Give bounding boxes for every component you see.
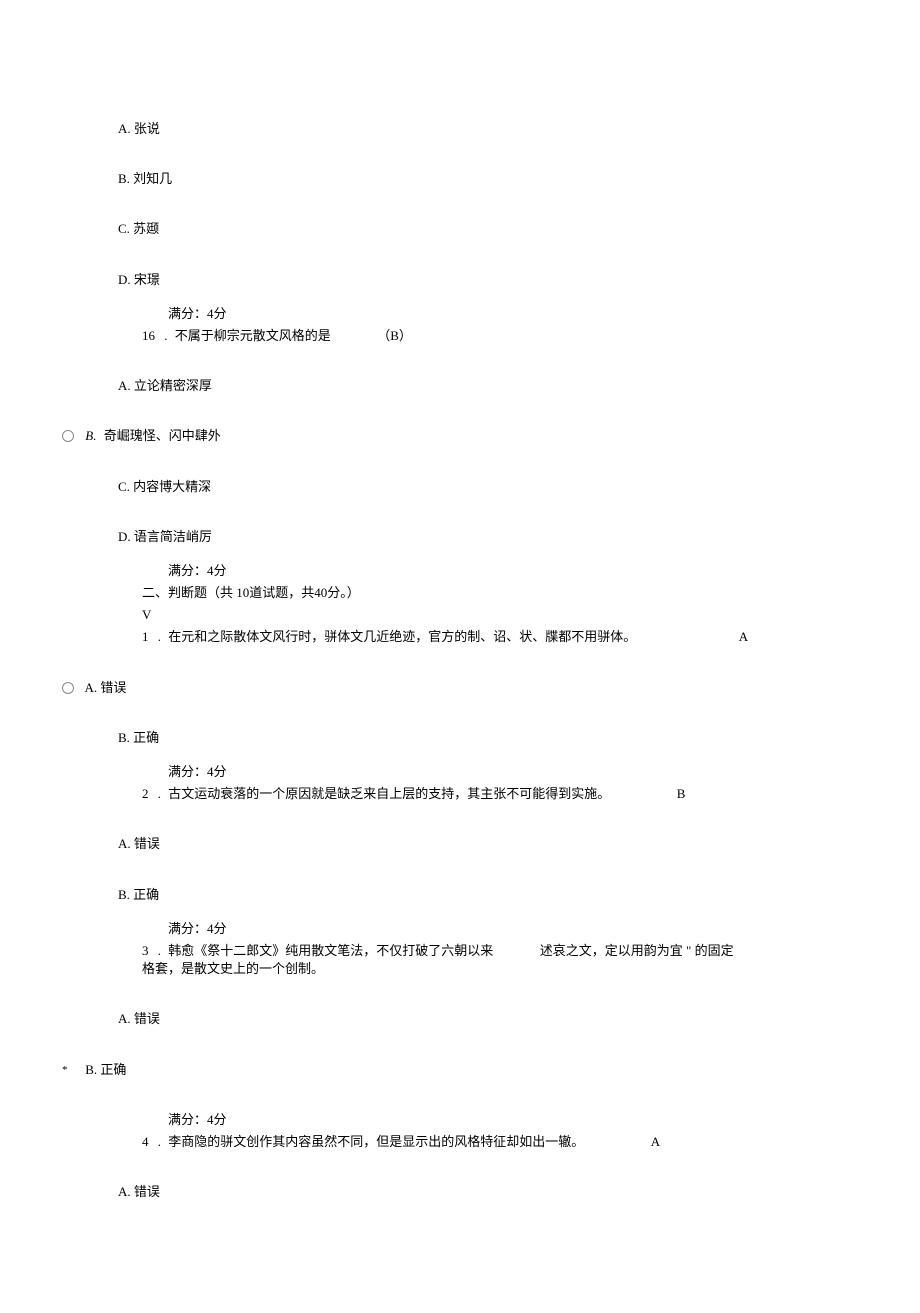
j1-text: 在元和之际散体文风行时，骈体文几近绝迹，官方的制、诏、状、牒都不用骈体。 (168, 629, 636, 644)
document-page: A. 张说 B. 刘知几 C. 苏颋 D. 宋璟 满分：4分 16 . 不属于柳… (0, 0, 920, 1313)
q16-answer: （B） (377, 328, 412, 343)
j3-score: 满分：4分 (0, 1111, 920, 1129)
j3-text1: 韩愈《祭十二郎文》纯用散文笔法，不仅打破了六朝以来 (168, 943, 493, 958)
j4-text: 李商隐的骈文创作其内容虽然不同，但是显示出的风格特征却如出一辙。 (168, 1134, 584, 1149)
q16-option-c: C. 内容博大精深 (0, 478, 920, 496)
j2-stem: 2 . 古文运动衰落的一个原因就是缺乏来自上层的支持，其主张不可能得到实施。 B (0, 785, 920, 803)
q16-score: 满分：4分 (0, 562, 920, 580)
j1-number: 1 (142, 629, 149, 644)
j3-option-a: A. 错误 (0, 1010, 920, 1028)
q16-number: 16 (142, 328, 155, 343)
j3-stem: 3 . 韩愈《祭十二郎文》纯用散文笔法，不仅打破了六朝以来 述哀之文，定以用韵为… (0, 942, 920, 978)
star-icon: * (62, 1063, 74, 1078)
section2-v: V (0, 606, 920, 624)
j2-text: 古文运动衰落的一个原因就是缺乏来自上层的支持，其主张不可能得到实施。 (168, 786, 610, 801)
j1-answer: A (739, 629, 748, 644)
q15-option-c: C. 苏颋 (0, 220, 920, 238)
j1-option-a: A. 错误 (0, 679, 920, 697)
j2-option-b: B. 正确 (0, 886, 920, 904)
j2-dot: . (158, 785, 161, 803)
j3-number: 3 (142, 943, 149, 958)
j4-stem: 4 . 李商隐的骈文创作其内容虽然不同，但是显示出的风格特征却如出一辙。 A (0, 1133, 920, 1151)
j3-dot: . (158, 942, 161, 960)
j1-score: 满分：4分 (0, 763, 920, 781)
q16-option-b-label: B. (85, 428, 96, 443)
j1-option-b: B. 正确 (0, 729, 920, 747)
j4-dot: . (158, 1133, 161, 1151)
section2-title: 二、判断题（共 10道试题，共40分。） (0, 584, 920, 602)
j4-answer: A (651, 1134, 660, 1149)
j2-number: 2 (142, 786, 149, 801)
q15-option-b: B. 刘知几 (0, 170, 920, 188)
j3-text3: 格套，是散文史上的一个创制。 (142, 960, 820, 978)
j3-option-b-text: B. 正确 (85, 1062, 126, 1077)
q16-dot: . (164, 327, 167, 345)
j1-stem: 1 . 在元和之际散体文风行时，骈体文几近绝迹，官方的制、诏、状、牒都不用骈体。… (0, 628, 920, 646)
q16-option-a: A. 立论精密深厚 (0, 377, 920, 395)
j4-option-a: A. 错误 (0, 1183, 920, 1201)
j1-dot: . (158, 628, 161, 646)
q16-option-d: D. 语言简洁峭厉 (0, 528, 920, 546)
radio-icon (62, 430, 74, 442)
radio-icon (62, 682, 74, 694)
j1-option-a-text: A. 错误 (85, 680, 127, 695)
q15-option-d: D. 宋璟 (0, 271, 920, 289)
j2-option-a: A. 错误 (0, 835, 920, 853)
j3-option-b: * B. 正确 (0, 1061, 920, 1079)
q16-option-b: B. 奇崛瑰怪、闪中肆外 (0, 427, 920, 445)
j4-number: 4 (142, 1134, 149, 1149)
q16-stem: 16 . 不属于柳宗元散文风格的是 （B） (0, 327, 920, 345)
q16-text: 不属于柳宗元散文风格的是 (175, 328, 331, 343)
j2-score: 满分：4分 (0, 920, 920, 938)
j2-answer: B (677, 786, 686, 801)
j3-text2: 述哀之文，定以用韵为宜 " 的固定 (540, 943, 734, 958)
q16-option-b-text: 奇崛瑰怪、闪中肆外 (104, 428, 221, 443)
q15-option-a: A. 张说 (0, 120, 920, 138)
q15-score: 满分：4分 (0, 305, 920, 323)
